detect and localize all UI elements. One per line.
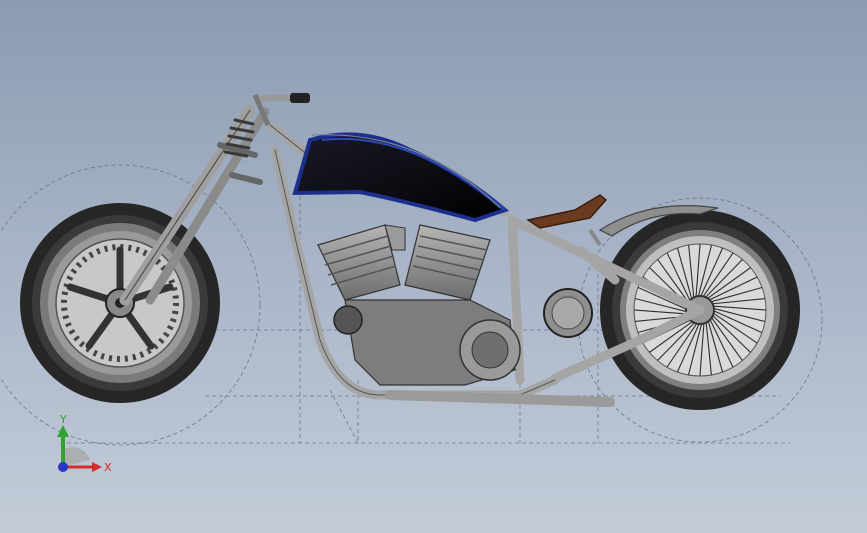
x-axis-arrowhead <box>92 462 102 472</box>
rear-cylinder <box>404 224 491 301</box>
coordinate-triad: Y X <box>57 413 112 474</box>
handlebar[interactable] <box>252 93 310 126</box>
y-axis-arrowhead <box>57 425 69 437</box>
v-twin-engine[interactable] <box>317 224 593 386</box>
motorcycle-model[interactable] <box>0 0 867 533</box>
z-axis-marker <box>58 462 68 472</box>
air-cleaner <box>333 305 363 335</box>
y-axis-label: Y <box>59 413 67 426</box>
graphics-viewport[interactable]: Y X <box>0 0 867 533</box>
fuel-tank[interactable] <box>292 132 510 223</box>
x-axis-label: X <box>104 461 112 474</box>
exhaust-pipe[interactable] <box>385 390 615 407</box>
